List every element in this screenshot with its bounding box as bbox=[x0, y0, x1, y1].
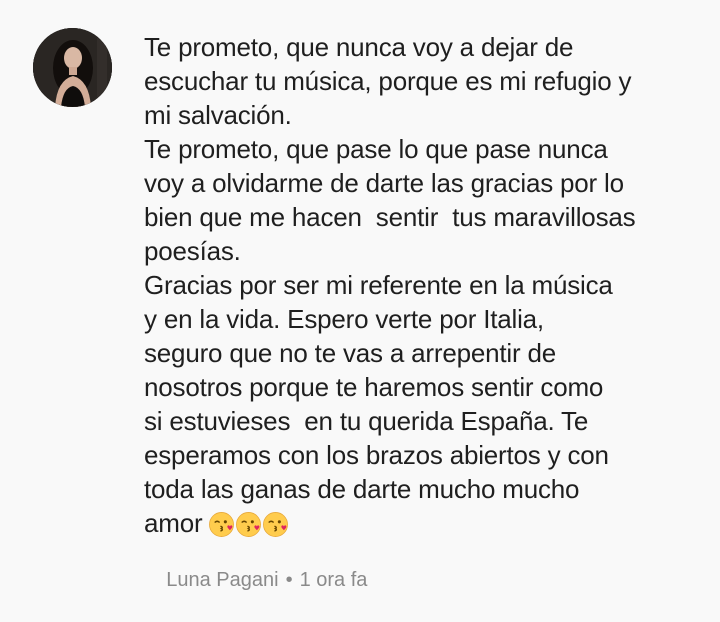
comment-line-text: amor bbox=[144, 508, 203, 538]
comment-line: escuchar tu música, porque es mi refugio… bbox=[144, 66, 632, 96]
comment-line: mi salvación. bbox=[144, 100, 292, 130]
comment-timestamp: 1 ora fa bbox=[299, 569, 368, 591]
comment-line: seguro que no te vas a arrepentir de bbox=[144, 338, 556, 368]
comment-meta: Luna Pagani • 1 ora fa bbox=[144, 538, 367, 622]
emoji-group bbox=[208, 511, 289, 538]
meta-separator: • bbox=[285, 569, 293, 591]
comment-line: Te prometo, que pase lo que pase nunca bbox=[144, 134, 608, 164]
comment-line: Te prometo, que nunca voy a dejar de bbox=[144, 32, 574, 62]
avatar[interactable] bbox=[33, 28, 112, 107]
comment-line: nosotros porque te haremos sentir como bbox=[144, 372, 604, 402]
author-name[interactable]: Luna Pagani bbox=[166, 569, 278, 591]
comment-text: Te prometo, que nunca voy a dejar de esc… bbox=[144, 30, 714, 540]
comment-line: si estuvieses en tu querida España. Te bbox=[144, 406, 589, 436]
avatar-photo bbox=[33, 28, 112, 107]
kissing-face-emoji-icon bbox=[235, 511, 262, 538]
comment-line: esperamos con los brazos abiertos y con bbox=[144, 440, 609, 470]
comment-line-last: amor bbox=[144, 506, 714, 540]
comment-line: bien que me hacen sentir tus maravillosa… bbox=[144, 202, 636, 232]
comment-line: poesías. bbox=[144, 236, 241, 266]
kissing-face-emoji-icon bbox=[262, 511, 289, 538]
comment-line: voy a olvidarme de darte las gracias por… bbox=[144, 168, 624, 198]
comment-item: Te prometo, que nunca voy a dejar de esc… bbox=[0, 0, 720, 591]
comment-line: Gracias por ser mi referente en la músic… bbox=[144, 270, 613, 300]
comment-line: y en la vida. Espero verte por Italia, bbox=[144, 304, 544, 334]
comment-line: toda las ganas de darte mucho mucho bbox=[144, 474, 580, 504]
kissing-face-emoji-icon bbox=[208, 511, 235, 538]
